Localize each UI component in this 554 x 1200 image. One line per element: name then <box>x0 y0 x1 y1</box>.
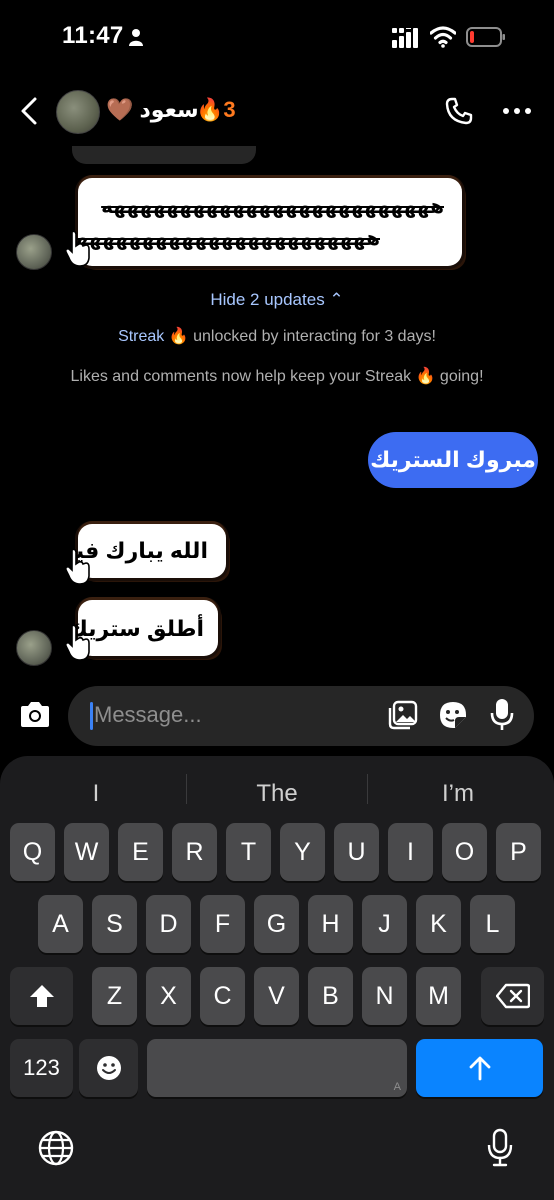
key-k[interactable]: K <box>416 895 461 953</box>
arrow-up-icon <box>469 1056 490 1081</box>
sticker-reply-2[interactable]: أطلق ستريك <box>68 600 218 656</box>
microphone-icon[interactable] <box>490 698 514 732</box>
hand-pointer-icon <box>65 548 90 585</box>
previous-message-edge <box>72 146 256 164</box>
suggestion-2[interactable]: The <box>187 776 367 812</box>
message-input[interactable] <box>94 700 374 730</box>
key-f[interactable]: F <box>200 895 245 953</box>
chat-header: سعود 🤎 🔥3 <box>0 82 554 142</box>
key-g[interactable]: G <box>254 895 299 953</box>
suggestion-3[interactable]: I’m <box>368 776 548 812</box>
text-caret <box>90 702 93 730</box>
globe-icon[interactable] <box>36 1128 76 1168</box>
shift-icon <box>29 985 54 1007</box>
key-q[interactable]: Q <box>10 823 55 881</box>
key-w[interactable]: W <box>64 823 109 881</box>
hand-pointer-icon <box>65 624 90 661</box>
sticker-laugh-line1: هههههههههههههههههههههههههه <box>101 196 445 218</box>
streak-unlocked-text: unlocked by interacting for 3 days! <box>188 328 436 345</box>
key-l[interactable]: L <box>470 895 515 953</box>
streak-link[interactable]: Streak 🔥 <box>118 328 189 345</box>
key-n[interactable]: N <box>362 967 407 1025</box>
streak-unlocked-notice: Streak 🔥 unlocked by interacting for 3 d… <box>40 326 514 348</box>
backspace-icon <box>495 983 530 1009</box>
key-a[interactable]: A <box>38 895 83 953</box>
hand-pointer-icon <box>65 230 90 267</box>
emoji-key[interactable] <box>79 1039 138 1097</box>
phone-call-icon[interactable] <box>444 96 474 126</box>
battery-icon <box>466 27 505 47</box>
sticker-icon[interactable] <box>438 700 468 730</box>
key-i[interactable]: I <box>388 823 433 881</box>
sticker-laugh[interactable]: هههههههههههههههههههههههههه ههههههههههههه… <box>64 178 462 266</box>
camera-icon[interactable] <box>18 699 52 731</box>
contact-avatar[interactable] <box>56 90 100 134</box>
sticker-reply-1[interactable]: الله يبارك فيك <box>55 524 226 578</box>
key-b[interactable]: B <box>308 967 353 1025</box>
key-x[interactable]: X <box>146 967 191 1025</box>
key-u[interactable]: U <box>334 823 379 881</box>
key-s[interactable]: S <box>92 895 137 953</box>
key-p[interactable]: P <box>496 823 541 881</box>
more-options-icon[interactable] <box>502 102 532 120</box>
key-j[interactable]: J <box>362 895 407 953</box>
back-chevron-icon[interactable] <box>18 96 40 126</box>
contact-name[interactable]: سعود 🤎 <box>106 97 199 123</box>
contact-avatar-small[interactable] <box>16 630 52 666</box>
delete-key[interactable] <box>481 967 544 1025</box>
suggestion-1[interactable]: I <box>6 776 186 812</box>
space-key[interactable]: A <box>147 1039 407 1097</box>
key-e[interactable]: E <box>118 823 163 881</box>
shift-key[interactable] <box>10 967 73 1025</box>
sticker-laugh-line2: هههههههههههههههههههههههه <box>63 228 381 250</box>
emoji-icon <box>96 1056 121 1080</box>
keyboard: I The I’m Q W E R T Y U I O P A S D F G … <box>0 756 554 1200</box>
key-t[interactable]: T <box>226 823 271 881</box>
message-composer <box>68 686 534 746</box>
key-v[interactable]: V <box>254 967 299 1025</box>
streak-likes-notice: Likes and comments now help keep your St… <box>70 368 484 385</box>
hide-updates-toggle[interactable]: Hide 2 updates ⌃ <box>0 290 554 310</box>
key-y[interactable]: Y <box>280 823 325 881</box>
outgoing-message[interactable]: مبروك الستريك <box>368 432 538 488</box>
space-language-hint: A <box>393 1081 401 1093</box>
signal-icon <box>392 28 418 48</box>
key-c[interactable]: C <box>200 967 245 1025</box>
send-return-key[interactable] <box>416 1039 543 1097</box>
numbers-key[interactable]: 123 <box>10 1039 73 1097</box>
key-m[interactable]: M <box>416 967 461 1025</box>
gallery-icon[interactable] <box>388 700 418 730</box>
wifi-icon <box>430 26 456 48</box>
key-d[interactable]: D <box>146 895 191 953</box>
key-r[interactable]: R <box>172 823 217 881</box>
contact-avatar-small[interactable] <box>16 234 52 270</box>
key-z[interactable]: Z <box>92 967 137 1025</box>
status-bar: 11:47 <box>0 0 554 76</box>
streak-count: 🔥3 <box>196 97 236 122</box>
dictation-mic-icon[interactable] <box>486 1128 514 1168</box>
key-h[interactable]: H <box>308 895 353 953</box>
status-time: 11:47 <box>62 22 124 49</box>
person-icon <box>129 29 143 46</box>
key-o[interactable]: O <box>442 823 487 881</box>
